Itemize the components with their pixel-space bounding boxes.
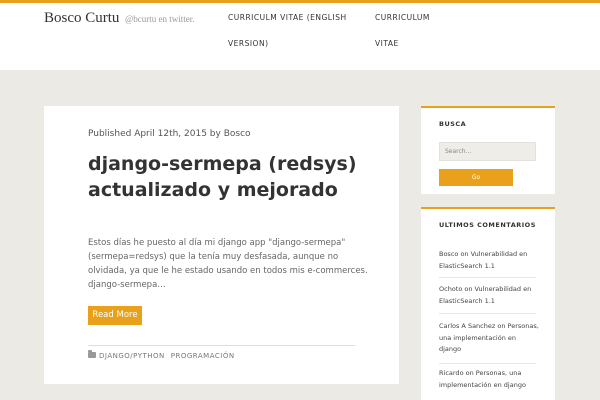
nav-item-cv[interactable]: CURRICULUM VITAE (375, 5, 435, 57)
comment-divider (439, 277, 536, 278)
tag-django-python[interactable]: DJANGO/PYTHON (99, 352, 165, 360)
comments-widget-title: ULTIMOS COMENTARIOS (439, 221, 536, 229)
comment-link[interactable]: Ochoto on Vulnerabilidad en ElasticSearc… (439, 285, 531, 305)
comment-divider (439, 363, 536, 364)
comment-divider (439, 313, 536, 314)
site-tagline: @bcurtu en twitter. (125, 14, 195, 24)
tag-programacion[interactable]: PROGRAMACIÓN (171, 352, 235, 360)
post-title[interactable]: django-sermepa (redsys) actualizado y me… (88, 151, 388, 203)
comment-link[interactable]: Carlos A Sanchez on Personas, una implem… (439, 322, 539, 353)
post-divider (88, 345, 355, 346)
read-more-button[interactable]: Read More (88, 306, 142, 325)
comment-link[interactable]: Bosco on Vulnerabilidad en ElasticSearch… (439, 250, 527, 270)
folder-icon (88, 350, 96, 358)
site-title[interactable]: Bosco Curtu (44, 10, 119, 27)
comment-item: Ricardo on Personas, una implementación … (439, 368, 539, 391)
comment-item: Bosco on Vulnerabilidad en ElasticSearch… (439, 249, 539, 272)
comment-item: Carlos A Sanchez on Personas, una implem… (439, 321, 539, 356)
post-byline: Published April 12th, 2015 by Bosco (88, 129, 251, 139)
comment-link[interactable]: Ricardo on Personas, una implementación … (439, 369, 526, 389)
search-input[interactable] (439, 142, 536, 161)
comment-item: Ochoto on Vulnerabilidad en ElasticSearc… (439, 284, 539, 307)
search-go-button[interactable]: Go (439, 169, 513, 186)
post-excerpt: Estos días he puesto al día mi django ap… (88, 238, 368, 290)
search-widget-title: BUSCA (439, 120, 467, 128)
post-card: Published April 12th, 2015 by Bosco djan… (44, 106, 399, 384)
search-widget: BUSCA Go (421, 106, 555, 194)
recent-comments-widget: ULTIMOS COMENTARIOS Bosco on Vulnerabili… (421, 207, 555, 400)
post-tags: DJANGO/PYTHON PROGRAMACIÓN (88, 350, 241, 360)
nav-item-cv-english[interactable]: CURRICULM VITAE (ENGLISH VERSION) (228, 5, 358, 57)
site-header: Bosco Curtu @bcurtu en twitter. CURRICUL… (0, 3, 600, 70)
